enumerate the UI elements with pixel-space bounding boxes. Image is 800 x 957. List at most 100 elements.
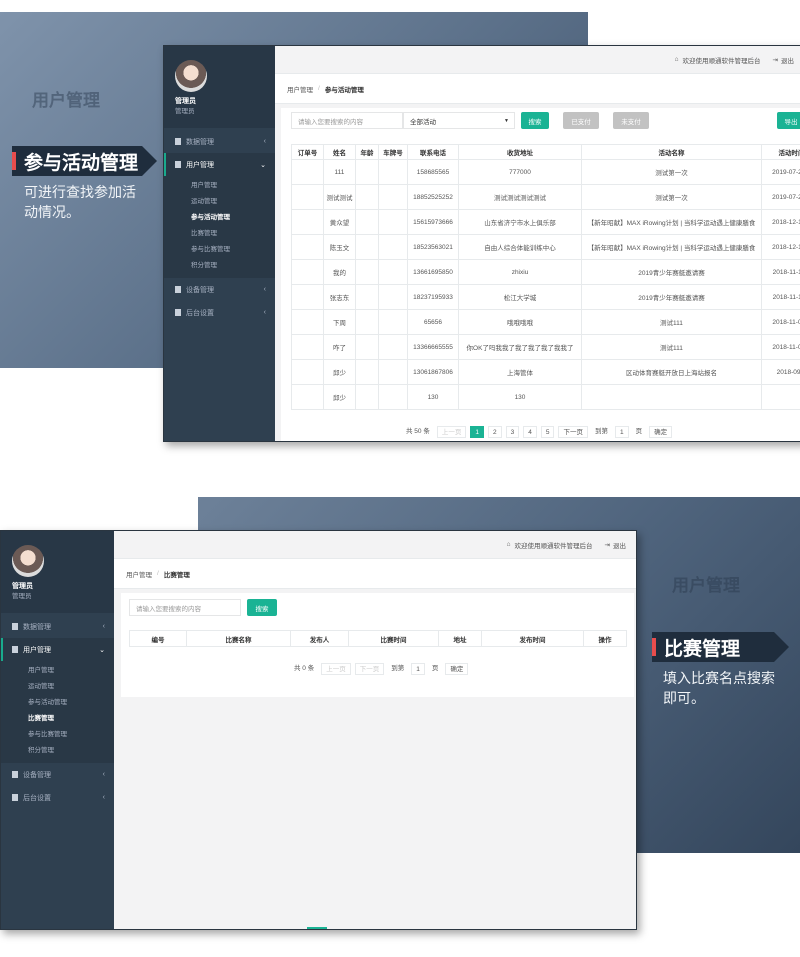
unpaid-filter-button[interactable]: 未支付 bbox=[613, 112, 649, 129]
sidebar-submenu: 用户管理 运动管理 参与活动管理 比赛管理 参与比赛管理 积分管理 bbox=[164, 176, 275, 278]
table-cell bbox=[378, 209, 408, 235]
sidebar-item-settings[interactable]: 后台设置 ‹ bbox=[164, 301, 275, 324]
section1-watermark: 用户管理 bbox=[32, 91, 100, 110]
column-header: 订单号 bbox=[291, 144, 324, 160]
table-row[interactable]: 下周 65656哦哦哦哦测试1112018-11-01 1 bbox=[291, 309, 800, 335]
column-header: 车牌号 bbox=[378, 144, 408, 160]
sidebar-item-devices[interactable]: 设备管理 ‹ bbox=[164, 278, 275, 301]
table-cell bbox=[355, 184, 379, 210]
page-button[interactable]: 5 bbox=[540, 426, 555, 438]
next-page-button[interactable]: 下一页 bbox=[354, 663, 385, 675]
file-icon bbox=[175, 286, 181, 293]
sidebar-item-devices[interactable]: 设备管理 ‹ bbox=[1, 763, 114, 786]
table-row[interactable]: 邱少 13061867806上海管体区动体育赛艇开放日上海站报名2018-09-3 bbox=[291, 359, 800, 385]
subnav-competition[interactable]: 比赛管理 bbox=[164, 226, 275, 242]
table-cell: 哦哦哦哦 bbox=[458, 309, 582, 335]
table-cell: 松江大学城 bbox=[458, 284, 582, 310]
prev-page-button[interactable]: 上一页 bbox=[321, 663, 351, 675]
table-cell: 2018-12-18 1 bbox=[761, 209, 800, 235]
column-header: 发布时间 bbox=[481, 630, 584, 647]
table-cell bbox=[291, 359, 324, 385]
next-page-button[interactable]: 下一页 bbox=[558, 426, 588, 438]
table-row[interactable]: 我的 13661695850zhixiu2019青少年赛艇邀请赛2018-11-1… bbox=[291, 259, 800, 285]
table-cell: 2019青少年赛艇邀请赛 bbox=[581, 259, 762, 285]
sidebar-item-data[interactable]: 数据管理 ‹ bbox=[1, 615, 114, 638]
table-cell bbox=[291, 259, 324, 285]
goto-confirm-button[interactable]: 确定 bbox=[445, 663, 469, 675]
file-icon bbox=[175, 309, 181, 316]
search-input[interactable]: 请输入您要搜索的内容 bbox=[291, 112, 403, 129]
logout-link[interactable]: 退出 bbox=[613, 540, 626, 550]
competition-table: 编号 比赛名称 发布人 比赛时间 地址 发布时间 操作 bbox=[129, 630, 627, 647]
breadcrumb-parent[interactable]: 用户管理 bbox=[287, 84, 313, 94]
column-header: 年龄 bbox=[355, 144, 379, 160]
table-row[interactable]: 测试测试 18852525252测试测试测试测试测试第一次2019-07-24 0 bbox=[291, 184, 800, 210]
subnav-competition-participation[interactable]: 参与比赛管理 bbox=[1, 727, 114, 743]
page-button[interactable]: 4 bbox=[523, 426, 537, 438]
logout-link[interactable]: 退出 bbox=[781, 55, 794, 65]
logout-icon[interactable]: ⇥ bbox=[773, 56, 778, 64]
table-cell: 18852525252 bbox=[407, 184, 459, 210]
subnav-activity[interactable]: 参与活动管理 bbox=[164, 210, 275, 226]
table-cell bbox=[355, 284, 379, 310]
page-number-input[interactable]: 1 bbox=[614, 426, 629, 438]
table-row[interactable]: 张志东 18237195933松江大学城2019青少年赛艇邀请赛2018-11-1… bbox=[291, 284, 800, 310]
sidebar-item-users[interactable]: 用户管理 ⌄ bbox=[1, 638, 114, 661]
subnav-competition-participation[interactable]: 参与比赛管理 bbox=[164, 242, 275, 258]
table-header-row: 编号 比赛名称 发布人 比赛时间 地址 发布时间 操作 bbox=[129, 630, 627, 647]
sidebar-item-users[interactable]: 用户管理 ⌄ bbox=[164, 153, 275, 176]
page-number-input[interactable]: 1 bbox=[411, 663, 425, 675]
page-button[interactable]: 3 bbox=[505, 426, 520, 438]
table-row[interactable]: 黄众望 15615973666 山东省济宁市水上俱乐部 【新年昭献】MAX iRowi… bbox=[291, 209, 800, 235]
total-count: 共 0 条 bbox=[294, 665, 315, 672]
subnav-users[interactable]: 用户管理 bbox=[1, 663, 114, 679]
chevron-down-icon: ⌄ bbox=[260, 161, 266, 169]
table-cell: 2019-07-24 0 bbox=[761, 159, 800, 185]
content-panel: 请输入您要搜索的内容 全部活动 ▼ 搜索 已支付 未支付 导出 订单号 姓名 年龄 车牌… bbox=[281, 108, 800, 441]
table-cell: 13061867806 bbox=[407, 359, 459, 385]
search-button[interactable]: 搜索 bbox=[247, 599, 277, 616]
table-row[interactable]: 邱少 130 130 bbox=[291, 384, 800, 410]
prev-page-button[interactable]: 上一页 bbox=[436, 426, 467, 438]
column-header: 联系电话 bbox=[407, 144, 459, 160]
table-cell: 陈玉文 bbox=[323, 234, 356, 260]
export-button[interactable]: 导出 bbox=[777, 112, 800, 129]
table-cell: 111 bbox=[323, 159, 356, 185]
subnav-competition[interactable]: 比赛管理 bbox=[1, 711, 114, 727]
activity-table: 订单号姓名年龄车牌号联系电话收货地址活动名称活动时间 111 1586855657… bbox=[291, 144, 800, 410]
sidebar-item-data[interactable]: 数据管理 ‹ bbox=[164, 130, 275, 153]
subnav-sports[interactable]: 运动管理 bbox=[1, 679, 114, 695]
subnav-users[interactable]: 用户管理 bbox=[164, 178, 275, 194]
scroll-indicator bbox=[307, 927, 327, 929]
table-cell: 下周 bbox=[323, 309, 356, 335]
sidebar-item-settings[interactable]: 后台设置 ‹ bbox=[1, 786, 114, 809]
subnav-sports[interactable]: 运动管理 bbox=[164, 194, 275, 210]
search-button[interactable]: 搜索 bbox=[521, 112, 549, 129]
subnav-points[interactable]: 积分管理 bbox=[164, 258, 275, 274]
table-cell: 130 bbox=[458, 384, 582, 410]
subnav-points[interactable]: 积分管理 bbox=[1, 743, 114, 759]
table-cell: 2019-07-24 0 bbox=[761, 184, 800, 210]
avatar[interactable] bbox=[175, 60, 207, 92]
activity-select[interactable]: 全部活动 ▼ bbox=[403, 112, 515, 129]
breadcrumb: 用户管理 / 比赛管理 bbox=[114, 559, 636, 589]
table-row[interactable]: 咋了 13366665555 你OK了吗我我了我了我了我了我我了 测试111 2018-… bbox=[291, 334, 800, 360]
breadcrumb-parent[interactable]: 用户管理 bbox=[126, 569, 152, 579]
profile: 管理员 管理员 bbox=[164, 46, 275, 128]
section2-caption: 比赛管理 填入比赛名点搜索 即可。 bbox=[652, 632, 798, 708]
topbar: ⌂ 欢迎使用顺通软件管理后台 ⇥ 退出 bbox=[114, 531, 636, 559]
page-button[interactable]: 1 bbox=[470, 426, 484, 438]
sidebar-nav: 数据管理 ‹ 用户管理 ⌄ 用户管理 运动管理 参与活动管理 比赛管理 参与比赛管理… bbox=[164, 130, 275, 324]
table-row[interactable]: 陈玉文 18523563021 自由人综合体能训练中心 【新年昭献】MAX iRowi… bbox=[291, 234, 800, 260]
logout-icon[interactable]: ⇥ bbox=[605, 541, 610, 549]
sidebar-submenu: 用户管理 运动管理 参与活动管理 比赛管理 参与比赛管理 积分管理 bbox=[1, 661, 114, 763]
goto-confirm-button[interactable]: 确定 bbox=[649, 426, 673, 438]
avatar[interactable] bbox=[12, 545, 44, 577]
table-cell: 【新年昭献】MAX iRowing计划 | 当科学运动遇上健康膳食 bbox=[581, 209, 762, 235]
toolbar: 请输入您要搜索的内容 搜索 bbox=[129, 599, 277, 616]
search-input[interactable]: 请输入您要搜索的内容 bbox=[129, 599, 241, 616]
page-button[interactable]: 2 bbox=[487, 426, 502, 438]
subnav-activity[interactable]: 参与活动管理 bbox=[1, 695, 114, 711]
table-row[interactable]: 111 158685565777000测试第一次2019-07-24 0 bbox=[291, 159, 800, 185]
paid-filter-button[interactable]: 已支付 bbox=[563, 112, 599, 129]
